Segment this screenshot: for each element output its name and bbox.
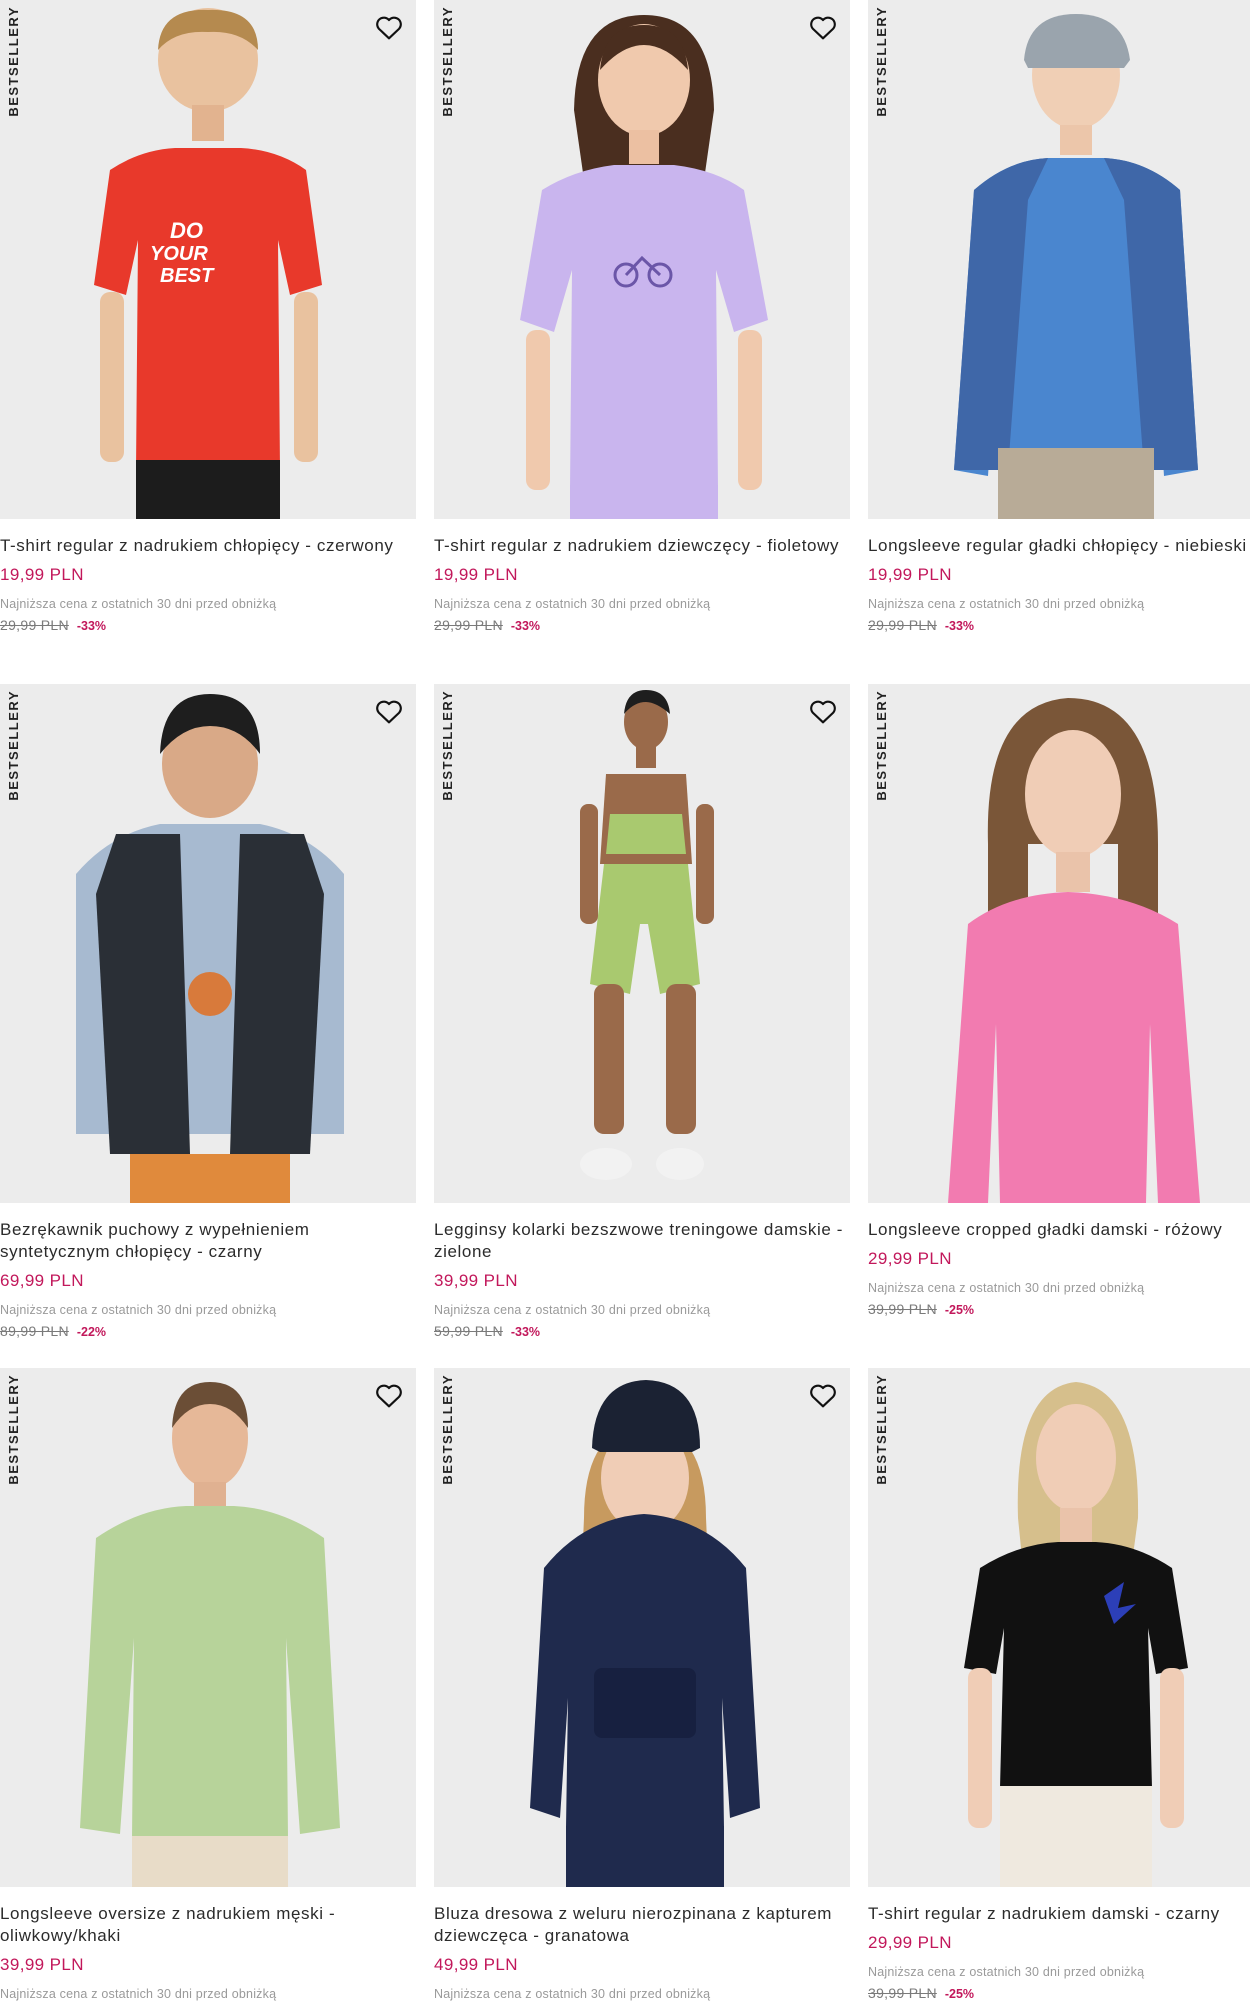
- product-image[interactable]: BESTSELLERY: [868, 684, 1250, 1203]
- product-image[interactable]: DO YOUR BEST BESTSELLERY: [0, 0, 416, 519]
- old-price: 29,99 PLN: [434, 617, 503, 633]
- product-card[interactable]: BESTSELLERY Legginsy kolarki bezszwowe t…: [434, 684, 850, 1339]
- old-price: 39,99 PLN: [868, 1301, 937, 1317]
- heart-outline-icon: [376, 700, 402, 724]
- product-image[interactable]: BESTSELLERY: [434, 0, 850, 519]
- bestseller-badge: BESTSELLERY: [874, 1374, 889, 1485]
- heart-outline-icon: [810, 700, 836, 724]
- bestseller-badge: BESTSELLERY: [6, 1374, 21, 1485]
- old-price: 59,99 PLN: [434, 1323, 503, 1339]
- product-card[interactable]: BESTSELLERY Longsleeve oversize z nadruk…: [0, 1368, 416, 2001]
- product-card[interactable]: BESTSELLERY T-shirt regular z nadrukiem …: [868, 1368, 1250, 2001]
- product-photo: [964, 1382, 1188, 1887]
- favorite-button[interactable]: [372, 10, 406, 44]
- discount-badge: -33%: [944, 619, 975, 633]
- product-image[interactable]: BESTSELLERY: [434, 684, 850, 1203]
- product-image[interactable]: BESTSELLERY: [0, 684, 416, 1203]
- product-card[interactable]: BESTSELLERY T-shirt regular z nadrukiem …: [434, 0, 850, 633]
- product-price: 29,99 PLN: [868, 1249, 952, 1268]
- product-name[interactable]: Legginsy kolarki bezszwowe treningowe da…: [434, 1219, 844, 1263]
- discount-badge: -33%: [510, 619, 541, 633]
- product-image[interactable]: BESTSELLERY: [434, 1368, 850, 1887]
- product-name[interactable]: Bezrękawnik puchowy z wypełnieniem synte…: [0, 1219, 410, 1263]
- product-image[interactable]: BESTSELLERY: [868, 1368, 1250, 1887]
- bestseller-badge: BESTSELLERY: [440, 1374, 455, 1485]
- favorite-button[interactable]: [372, 1378, 406, 1412]
- lowest-price-label: Najniższa cena z ostatnich 30 dni przed …: [434, 1987, 711, 2001]
- product-photo: [80, 1382, 340, 1887]
- heart-outline-icon: [810, 16, 836, 40]
- bestseller-badge: BESTSELLERY: [6, 6, 21, 117]
- bestseller-badge: BESTSELLERY: [440, 6, 455, 117]
- product-photo: [520, 15, 768, 519]
- product-price: 69,99 PLN: [0, 1271, 84, 1290]
- heart-outline-icon: [376, 16, 402, 40]
- product-grid: DO YOUR BEST BESTSELLERY T-shirt regular…: [0, 0, 1250, 2014]
- product-price: 19,99 PLN: [868, 565, 952, 584]
- bestseller-badge: BESTSELLERY: [6, 690, 21, 801]
- favorite-button[interactable]: [372, 694, 406, 728]
- discount-badge: -33%: [510, 1325, 541, 1339]
- favorite-button[interactable]: [806, 694, 840, 728]
- lowest-price-label: Najniższa cena z ostatnich 30 dni przed …: [0, 1987, 277, 2001]
- product-image[interactable]: BESTSELLERY: [0, 1368, 416, 1887]
- bestseller-badge: BESTSELLERY: [874, 690, 889, 801]
- lowest-price-label: Najniższa cena z ostatnich 30 dni przed …: [0, 1303, 277, 1317]
- product-name[interactable]: T-shirt regular z nadrukiem damski - cza…: [868, 1903, 1250, 1925]
- lowest-price-label: Najniższa cena z ostatnich 30 dni przed …: [868, 1281, 1145, 1295]
- product-photo: [580, 690, 714, 1180]
- product-price: 19,99 PLN: [434, 565, 518, 584]
- svg-text:BEST: BEST: [160, 265, 215, 287]
- product-name[interactable]: Longsleeve regular gładki chłopięcy - ni…: [868, 535, 1250, 557]
- discount-badge: -25%: [944, 1303, 975, 1317]
- heart-outline-icon: [376, 1384, 402, 1408]
- product-name[interactable]: Longsleeve oversize z nadrukiem męski - …: [0, 1903, 410, 1947]
- product-name[interactable]: Longsleeve cropped gładki damski - różow…: [868, 1219, 1250, 1241]
- bestseller-badge: BESTSELLERY: [874, 6, 889, 117]
- heart-outline-icon: [810, 1384, 836, 1408]
- bestseller-badge: BESTSELLERY: [440, 690, 455, 801]
- product-photo: DO YOUR BEST: [94, 8, 322, 519]
- lowest-price-label: Najniższa cena z ostatnich 30 dni przed …: [868, 597, 1145, 611]
- product-photo: [948, 698, 1200, 1203]
- lowest-price-label: Najniższa cena z ostatnich 30 dni przed …: [434, 1303, 711, 1317]
- product-photo: [76, 694, 344, 1203]
- product-name[interactable]: T-shirt regular z nadrukiem chłopięcy - …: [0, 535, 410, 557]
- product-price: 39,99 PLN: [434, 1271, 518, 1290]
- product-price: 39,99 PLN: [0, 1955, 84, 1974]
- discount-badge: -25%: [944, 1987, 975, 2001]
- product-card[interactable]: BESTSELLERY Bluza dresowa z weluru niero…: [434, 1368, 850, 2001]
- discount-badge: -22%: [76, 1325, 107, 1339]
- product-card[interactable]: DO YOUR BEST BESTSELLERY T-shirt regular…: [0, 0, 416, 633]
- product-name[interactable]: T-shirt regular z nadrukiem dziewczęcy -…: [434, 535, 844, 557]
- lowest-price-label: Najniższa cena z ostatnich 30 dni przed …: [0, 597, 277, 611]
- product-price: 49,99 PLN: [434, 1955, 518, 1974]
- product-price: 29,99 PLN: [868, 1933, 952, 1952]
- favorite-button[interactable]: [806, 1378, 840, 1412]
- discount-badge: -33%: [76, 619, 107, 633]
- product-photo: [530, 1380, 760, 1887]
- lowest-price-label: Najniższa cena z ostatnich 30 dni przed …: [434, 597, 711, 611]
- product-card[interactable]: BESTSELLERY Longsleeve cropped gładki da…: [868, 684, 1250, 1317]
- favorite-button[interactable]: [806, 10, 840, 44]
- old-price: 29,99 PLN: [868, 617, 937, 633]
- product-card[interactable]: BESTSELLERY Bezrękawnik puchowy z wypełn…: [0, 684, 416, 1339]
- lowest-price-label: Najniższa cena z ostatnich 30 dni przed …: [868, 1965, 1145, 1979]
- product-photo: [954, 14, 1198, 519]
- product-name[interactable]: Bluza dresowa z weluru nierozpinana z ka…: [434, 1903, 844, 1947]
- product-card[interactable]: BESTSELLERY Longsleeve regular gładki ch…: [868, 0, 1250, 633]
- svg-text:DO: DO: [170, 218, 203, 243]
- old-price: 29,99 PLN: [0, 617, 69, 633]
- product-image[interactable]: BESTSELLERY: [868, 0, 1250, 519]
- old-price: 39,99 PLN: [868, 1985, 937, 2001]
- product-price: 19,99 PLN: [0, 565, 84, 584]
- old-price: 89,99 PLN: [0, 1323, 69, 1339]
- svg-text:YOUR: YOUR: [150, 243, 208, 265]
